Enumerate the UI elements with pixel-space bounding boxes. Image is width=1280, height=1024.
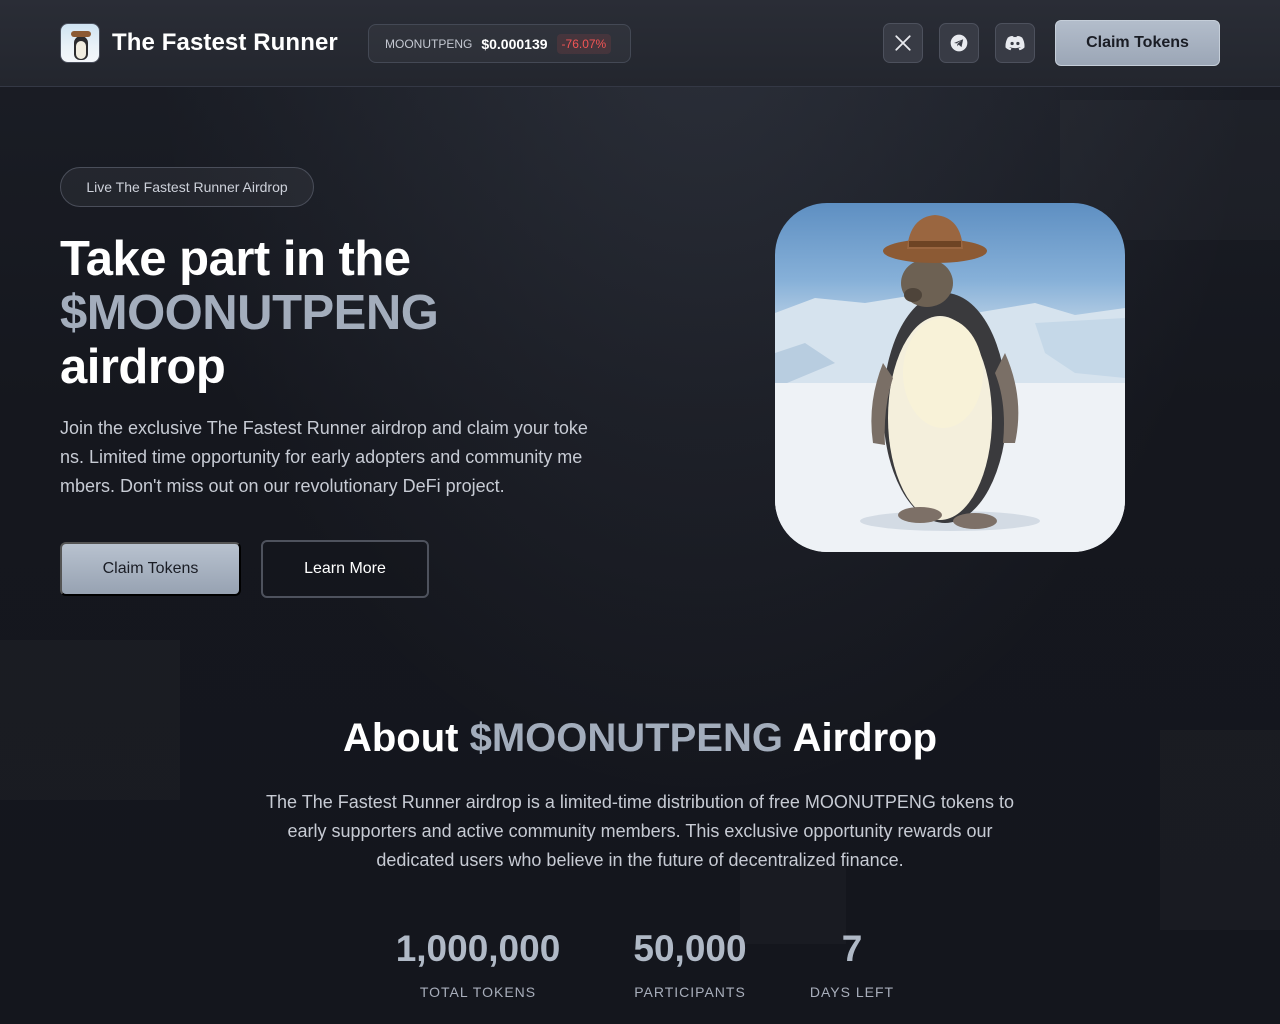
ticker-price: $0.000139 xyxy=(481,35,548,52)
brand[interactable]: The Fastest Runner xyxy=(60,23,338,63)
ticker-change: -76.07% xyxy=(556,33,612,54)
stat-label: PARTICIPANTS xyxy=(634,984,746,1000)
hero-title-line1: Take part in the xyxy=(60,232,411,286)
discord-social-button[interactable] xyxy=(995,23,1035,63)
discord-icon xyxy=(1005,35,1025,51)
price-ticker: MOONUTPENG $0.000139 -76.07% xyxy=(368,24,631,63)
hero-title: Take part in the $MOONUTPENG airdrop xyxy=(60,232,580,394)
hero-penguin-image xyxy=(775,203,1125,552)
ticker-symbol: MOONUTPENG xyxy=(385,36,473,51)
about-title: About $MOONUTPENG Airdrop xyxy=(0,716,1280,761)
site-header: The Fastest Runner MOONUTPENG $0.000139 … xyxy=(0,0,1280,87)
stat-value: 50,000 xyxy=(633,928,747,969)
stat-label: DAYS LEFT xyxy=(809,984,895,1000)
learn-more-button[interactable]: Learn More xyxy=(261,540,429,598)
stat-label: TOTAL TOKENS xyxy=(419,984,537,1000)
about-title-accent: $MOONUTPENG xyxy=(469,716,783,760)
x-social-button[interactable] xyxy=(883,23,923,63)
live-airdrop-badge: Live The Fastest Runner Airdrop xyxy=(60,167,314,207)
stat-days-left: 7 DAYS LEFT xyxy=(792,928,912,1000)
about-description: The The Fastest Runner airdrop is a limi… xyxy=(266,792,1014,870)
stat-participants: 50,000 PARTICIPANTS xyxy=(610,928,770,1000)
hero-description: Join the exclusive The Fastest Runner ai… xyxy=(60,418,588,496)
brand-logo xyxy=(60,23,100,63)
header-claim-button[interactable]: Claim Tokens xyxy=(1055,20,1220,66)
hero-title-line3: airdrop xyxy=(60,340,226,394)
stat-value: 1,000,000 xyxy=(395,928,561,969)
hero-title-accent: $MOONUTPENG xyxy=(60,286,439,340)
stat-value: 7 xyxy=(841,928,863,969)
telegram-icon xyxy=(950,34,968,52)
about-title-prefix: About xyxy=(342,716,459,760)
x-icon xyxy=(895,35,911,51)
brand-name: The Fastest Runner xyxy=(112,29,338,56)
telegram-social-button[interactable] xyxy=(939,23,979,63)
stat-total-tokens: 1,000,000 TOTAL TOKENS xyxy=(378,928,578,1000)
claim-tokens-button[interactable]: Claim Tokens xyxy=(60,542,241,596)
about-title-suffix: Airdrop xyxy=(792,716,938,760)
